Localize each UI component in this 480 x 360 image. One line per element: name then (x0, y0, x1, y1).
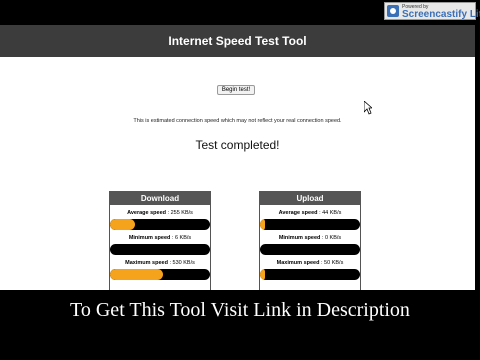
download-maximum-metric: Maximum speed : 530 KB/s (110, 259, 210, 280)
download-average-row: Average speed : 255 KB/s (110, 209, 210, 217)
upload-minimum-label: Minimum speed (278, 235, 321, 241)
upload-minimum-value: : 0 KB/s (321, 235, 342, 241)
app-header: Internet Speed Test Tool (0, 25, 475, 57)
screencastify-logo-icon (387, 5, 399, 17)
upload-average-fill (260, 219, 265, 230)
download-maximum-fill (110, 269, 163, 280)
download-average-metric: Average speed : 255 KB/s (110, 209, 210, 230)
upload-maximum-bar (260, 269, 360, 280)
download-average-value: : 255 KB/s (167, 210, 193, 216)
test-status: Test completed! (195, 138, 280, 152)
watermark-brand: Screencastify Lite (402, 9, 480, 20)
screencastify-watermark: Powered by Screencastify Lite (384, 2, 480, 20)
upload-maximum-metric: Maximum speed : 50 KB/s (260, 259, 360, 280)
download-average-fill (110, 219, 135, 230)
download-panel-title: Download (110, 192, 210, 205)
upload-minimum-row: Minimum speed : 0 KB/s (260, 234, 360, 242)
upload-maximum-value: : 50 KB/s (321, 260, 344, 266)
upload-average-label: Average speed (278, 210, 318, 216)
download-maximum-row: Maximum speed : 530 KB/s (110, 259, 210, 267)
download-panel: Download Average speed : 255 KB/s Minimu… (109, 191, 211, 290)
upload-average-bar (260, 219, 360, 230)
download-minimum-value: : 6 KB/s (171, 235, 192, 241)
upload-maximum-fill (260, 269, 265, 280)
upload-panel: Upload Average speed : 44 KB/s Minimum s… (259, 191, 361, 290)
download-minimum-metric: Minimum speed : 6 KB/s (110, 234, 210, 255)
download-maximum-label: Maximum speed (125, 260, 168, 266)
download-maximum-bar (110, 269, 210, 280)
upload-average-row: Average speed : 44 KB/s (260, 209, 360, 217)
disclaimer-text: This is estimated connection speed which… (133, 118, 342, 124)
download-minimum-bar (110, 244, 210, 255)
begin-test-button[interactable]: Begin test! (217, 85, 255, 95)
download-average-label: Average speed (127, 210, 166, 216)
mouse-pointer-icon (364, 101, 372, 115)
download-average-bar (110, 219, 210, 230)
download-minimum-row: Minimum speed : 6 KB/s (110, 234, 210, 242)
download-maximum-value: : 530 KB/s (169, 260, 195, 266)
speed-test-page: Internet Speed Test Tool Begin test! Thi… (0, 25, 475, 290)
upload-average-metric: Average speed : 44 KB/s (260, 209, 360, 230)
upload-panel-title: Upload (260, 192, 360, 205)
upload-average-value: : 44 KB/s (319, 210, 342, 216)
upload-minimum-metric: Minimum speed : 0 KB/s (260, 234, 360, 255)
video-caption: To Get This Tool Visit Link in Descripti… (70, 299, 410, 321)
app-title: Internet Speed Test Tool (168, 34, 307, 48)
upload-minimum-bar (260, 244, 360, 255)
upload-maximum-label: Maximum speed (276, 260, 320, 266)
upload-maximum-row: Maximum speed : 50 KB/s (260, 259, 360, 267)
download-minimum-label: Minimum speed (128, 235, 171, 241)
